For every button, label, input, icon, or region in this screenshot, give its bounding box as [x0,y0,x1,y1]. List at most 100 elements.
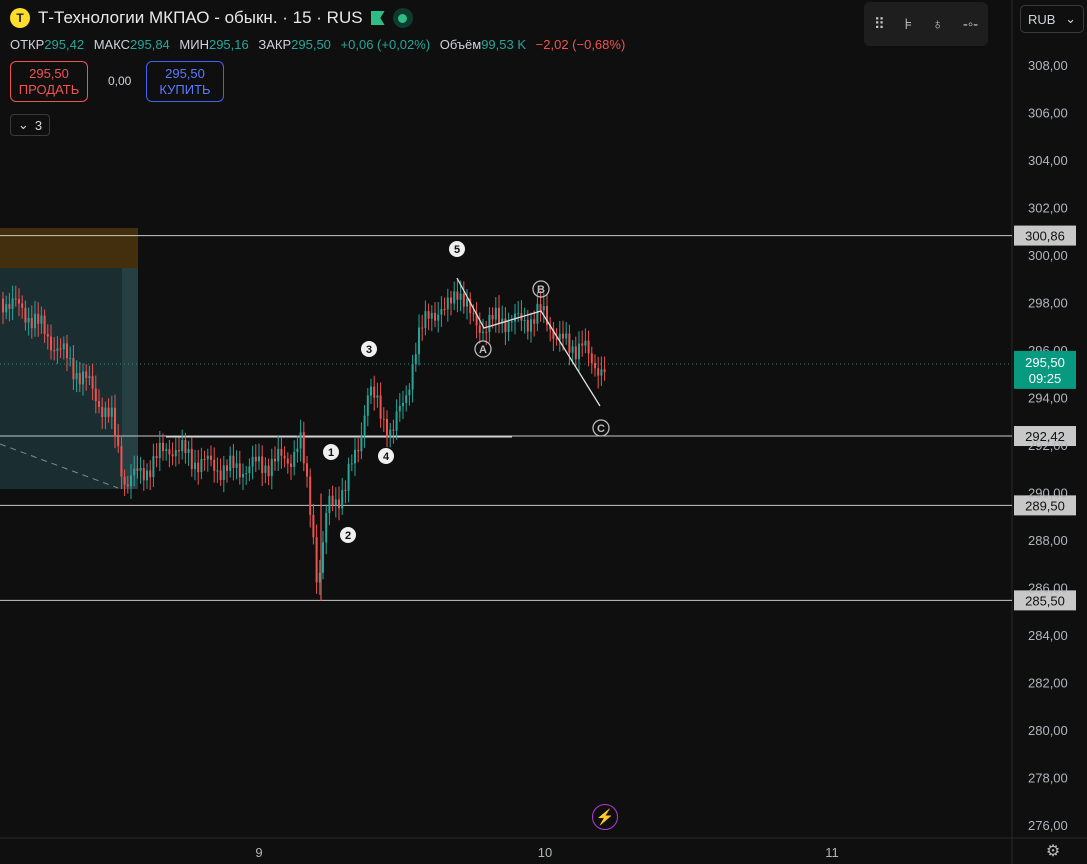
symbol-title[interactable]: Т-Технологии МКПАО - обыкн. · 15 · RUS [38,8,363,28]
line-tool-icon[interactable]: -◦- [963,16,978,33]
price-tick-label: 282,00 [1028,676,1068,691]
candle-body [507,321,510,332]
candle-body [2,298,4,313]
lightning-icon[interactable]: ⚡ [592,804,618,830]
price-tick-label: 294,00 [1028,391,1068,406]
candle-body [568,333,571,353]
candle-body [238,463,241,478]
candle-body [517,313,520,315]
candle-body [523,319,526,321]
pin-icon[interactable]: ♁ [932,16,943,33]
price-tick-label: 304,00 [1028,153,1068,168]
indicators-toggle[interactable]: ⌄ 3 [10,114,50,136]
price-tick-label: 284,00 [1028,628,1068,643]
price-tick-label: 292,00 [1028,438,1068,453]
candle-body [248,466,251,474]
open-label: ОТКР [10,37,45,52]
bar-countdown-label: 09:25 [1029,371,1062,386]
fib-tool-icon[interactable]: ⊧ [904,15,912,33]
chevron-down-icon: ⌄ [17,117,29,132]
currency-select[interactable]: RUB ⌄ [1020,5,1084,33]
candle-body [136,468,139,471]
sell-button[interactable]: 295,50 ПРОДАТЬ [10,61,88,102]
wave-label: 1 [328,447,334,459]
buy-label: КУПИТЬ [159,81,211,97]
wave-label: C [597,423,605,435]
price-tick-label: 278,00 [1028,771,1068,786]
time-tick-label: 11 [825,845,839,860]
company-logo: Т [10,8,30,28]
candle-body [290,463,292,467]
candle-body [414,354,417,364]
candle-body [578,343,580,360]
drag-handle-icon[interactable]: ⠿ [874,15,885,33]
candle-body [181,439,184,452]
sell-price: 295,50 [29,65,69,81]
close-label: ЗАКР [258,37,292,52]
settings-gear-icon[interactable]: ⚙ [1042,841,1064,863]
candle-body [315,537,318,583]
candle-body [430,312,433,319]
buy-price: 295,50 [165,65,205,81]
candle-body [11,298,14,309]
candle-body [251,456,254,467]
candle-body [200,459,203,473]
candle-body [379,395,382,419]
candle-body [286,458,289,464]
candle-body [357,449,360,452]
candle-body [232,455,235,468]
candle-body [587,340,590,354]
candle-body [27,317,30,323]
candle-body [162,442,164,452]
candle-body [574,346,577,360]
candle-body [270,458,273,477]
price-tick-label: 290,00 [1028,486,1068,501]
candle-body [370,386,372,396]
candle-body [114,407,116,437]
candle-body [264,465,267,474]
candle-body [14,298,17,300]
candle-body [571,346,574,353]
candle-body [453,291,456,304]
candle-body [126,484,129,487]
candle-body [46,333,49,337]
candle-body [581,343,584,346]
candle-body [194,462,196,470]
candle-body [30,317,33,329]
candle-body [53,350,56,352]
supply-zone[interactable] [0,228,138,268]
candle-body [338,499,340,509]
price-tick-label: 302,00 [1028,201,1068,216]
candle-body [206,455,209,460]
candle-body [101,406,104,417]
candle-body [594,363,596,369]
candle-body [149,470,152,478]
time-tick-label: 10 [538,845,552,860]
open-value: 295,42 [44,37,85,52]
candle-body [139,468,142,471]
candle-body [584,340,587,346]
candle-body [555,338,558,340]
flag-icon[interactable] [370,11,385,25]
symbol-header[interactable]: Т Т-Технологии МКПАО - обыкн. · 15 · RUS [10,8,413,28]
candle-body [341,489,344,509]
candle-body [50,336,52,351]
wave-label: A [479,344,487,356]
candle-body [117,436,120,447]
candle-body [203,459,206,461]
price-tick-label: 288,00 [1028,533,1068,548]
candle-body [472,313,475,315]
candle-body [488,314,491,333]
candle-body [322,542,324,573]
price-chart[interactable]: 300,86292,42289,50285,50 12345ABC 308,00… [0,0,1087,864]
current-price-label: 295,50 [1025,355,1065,370]
candle-body [152,456,155,478]
candle-body [168,449,171,455]
candle-body [597,368,600,376]
buy-button[interactable]: 295,50 КУПИТЬ [146,61,224,102]
candle-body [309,476,312,515]
candle-body [280,448,283,456]
range-zone[interactable] [0,268,138,489]
price-tick-label: 308,00 [1028,58,1068,73]
candle-body [312,514,315,538]
